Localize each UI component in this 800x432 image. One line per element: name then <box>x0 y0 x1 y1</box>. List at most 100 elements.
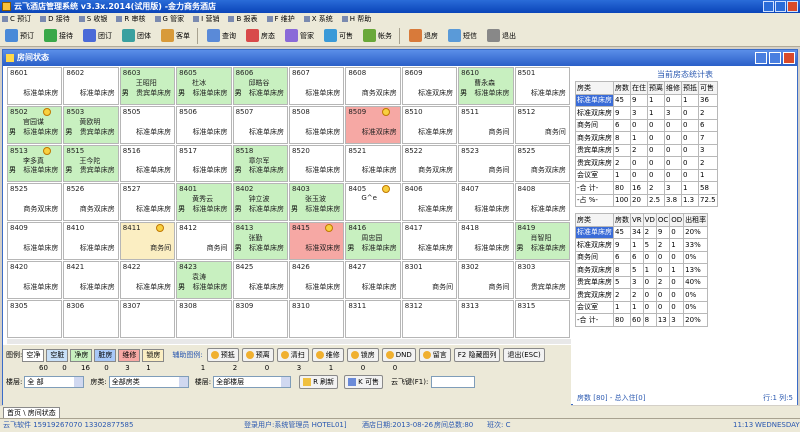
stats-row[interactable]: 标准单床房 45 34 2 9 0 20% <box>575 225 709 239</box>
room-cell[interactable]: 8521 标准单床房 <box>345 144 401 183</box>
menu-item[interactable]: X 系统 <box>303 14 333 24</box>
room-cell[interactable]: 8312 <box>401 299 458 338</box>
stats-row[interactable]: 商务间 6 6 0 0 0 0% <box>575 250 709 264</box>
room-cell[interactable]: 8608 商务双床房 <box>345 67 401 105</box>
legend-aux-button[interactable]: 清扫 <box>276 348 309 362</box>
room-cell[interactable]: 8415 标准双床房 <box>288 222 345 260</box>
maximize-button[interactable] <box>775 1 786 12</box>
stats-row[interactable]: 标准单床房 45 9 1 0 1 36 <box>575 93 718 107</box>
room-cell[interactable]: 8506 标准单床房 <box>176 105 232 144</box>
room-cell[interactable]: 8603 王昭阳男贵宾单床房 <box>119 67 176 105</box>
legend-aux-button[interactable]: 维修 <box>311 348 344 362</box>
room-cell[interactable]: 8426 标准单床房 <box>288 260 345 299</box>
room-cell[interactable]: 8408 标准单床房 <box>514 183 570 222</box>
room-cell[interactable]: 8418 标准单床房 <box>458 222 514 260</box>
menu-item[interactable]: H 帮助 <box>341 14 371 24</box>
room-cell[interactable]: 8610 曹永森男标准单床房 <box>458 67 514 105</box>
room-cell[interactable]: 8307 <box>119 299 176 338</box>
room-cell[interactable]: 8509 标准双床房 <box>345 105 401 144</box>
room-cell[interactable]: 8508 标准单床房 <box>288 105 345 144</box>
room-cell[interactable]: 8402 钟立波男标准单床房 <box>232 183 288 222</box>
room-cell[interactable]: 8523 商务间 <box>458 144 514 183</box>
room-cell[interactable]: 8527 标准单床房 <box>119 183 176 222</box>
room-cell[interactable]: 8526 商务双床房 <box>63 183 119 222</box>
menu-item[interactable]: R 审核 <box>116 14 146 24</box>
room-cell[interactable]: 8503 黄欧明男贵宾单床房 <box>63 105 119 144</box>
menu-item[interactable]: I 营销 <box>193 14 219 24</box>
legend-item[interactable]: 空脏 <box>46 348 69 362</box>
legend-item[interactable]: 空净 <box>22 348 45 362</box>
room-cell[interactable]: 8401 黄秀云男标准单床房 <box>176 183 232 222</box>
legend-item[interactable]: 维修 <box>118 348 141 362</box>
room-cell[interactable]: 8605 杜冰男标准单床房 <box>176 67 232 105</box>
room-cell[interactable]: 8309 <box>232 299 288 338</box>
stats-row[interactable]: 会议室 1 0 0 0 0 1 <box>575 168 718 182</box>
room-cell[interactable]: 8518 章尔军男标准单床房 <box>232 144 288 183</box>
toolbar-button[interactable]: 帐务 <box>360 27 395 45</box>
room-cell[interactable]: 8505 标准单床房 <box>119 105 176 144</box>
room-cell[interactable]: 8406 标准单床房 <box>401 183 458 222</box>
room-cell[interactable]: 8601 标准单床房 <box>7 67 63 105</box>
legend-item[interactable]: 脏房 <box>94 348 117 362</box>
room-cell[interactable]: 8502 官园谋男标准单床房 <box>7 105 63 144</box>
key-input[interactable] <box>431 376 476 388</box>
room-cell[interactable]: 8606 邱皓谷男标准单床房 <box>232 67 288 105</box>
room-cell[interactable]: 8511 商务间 <box>458 105 514 144</box>
stats-row[interactable]: -合 计- 80 16 2 3 1 58 <box>575 181 718 195</box>
stats-row[interactable]: -占 %- 100 20 2.5 3.8 1.3 72.5 <box>575 193 718 207</box>
toolbar-button[interactable]: 查询 <box>204 27 239 45</box>
legend-aux-button[interactable]: 锁房 <box>346 348 379 362</box>
room-cell[interactable]: 8421 标准单床房 <box>63 260 119 299</box>
stats-row[interactable]: 商务双床房 8 5 1 0 1 13% <box>575 263 709 277</box>
room-cell[interactable]: 8409 标准单床房 <box>7 222 63 260</box>
room-cell[interactable]: 8405 G^e <box>345 183 401 222</box>
room-cell[interactable]: 8425 标准单床房 <box>232 260 288 299</box>
room-cell[interactable]: 8420 标准单床房 <box>7 260 63 299</box>
room-cell[interactable]: 8522 商务双床房 <box>401 144 458 183</box>
stats-row[interactable]: 贵宾单床房 5 3 0 2 0 40% <box>575 275 709 289</box>
room-type-select[interactable]: 全部房类 <box>108 376 189 388</box>
room-cell[interactable]: 8423 袁涛男标准单床房 <box>176 260 232 299</box>
room-cell[interactable]: 8411 商务间 <box>119 222 176 260</box>
room-cell[interactable]: 8306 <box>63 299 119 338</box>
room-cell[interactable]: 8407 标准单床房 <box>458 183 514 222</box>
room-cell[interactable]: 8315 <box>514 299 570 338</box>
room-cell[interactable]: 8516 标准单床房 <box>119 144 176 183</box>
menu-item[interactable]: G 管家 <box>154 14 184 24</box>
toolbar-button[interactable]: 团订 <box>80 27 115 45</box>
legend-aux-button[interactable]: DND <box>381 348 416 362</box>
close-button[interactable] <box>787 1 798 12</box>
room-cell[interactable]: 8302 商务间 <box>458 260 514 299</box>
room-cell[interactable]: 8507 标准单床房 <box>232 105 288 144</box>
room-cell[interactable]: 8310 <box>288 299 345 338</box>
room-cell[interactable]: 8525 商务双床房 <box>514 144 570 183</box>
room-cell[interactable]: 8410 标准单床房 <box>63 222 119 260</box>
legend-item[interactable]: 锁房 <box>142 348 165 362</box>
hide-legend-button[interactable]: F2 隐藏图列 <box>453 348 501 362</box>
toolbar-button[interactable]: 短信 <box>445 27 480 45</box>
room-cell[interactable]: 8501 标准单床房 <box>514 67 570 105</box>
room-cell[interactable]: 8609 标准双床房 <box>401 67 458 105</box>
legend-aux-button[interactable]: 预离 <box>241 348 274 362</box>
stats-row[interactable]: 商务双床房 8 1 0 0 0 7 <box>575 131 718 145</box>
room-cell[interactable]: 8305 <box>7 299 63 338</box>
toolbar-button[interactable]: 管家 <box>282 27 317 45</box>
building-select[interactable]: 全部楼层 <box>213 376 292 388</box>
room-cell[interactable]: 8313 <box>458 299 514 338</box>
room-cell[interactable]: 8602 标准单床房 <box>63 67 119 105</box>
room-close-button[interactable] <box>783 52 795 64</box>
toolbar-button[interactable]: 可售 <box>321 27 356 45</box>
room-cell[interactable]: 8422 标准单床房 <box>119 260 176 299</box>
menu-item[interactable]: C 预订 <box>2 14 31 24</box>
floor-select[interactable]: 全 部 <box>24 376 85 388</box>
room-cell[interactable]: 8607 标准单床房 <box>288 67 345 105</box>
room-cell[interactable]: 8427 标准单床房 <box>345 260 401 299</box>
stats-row[interactable]: 会议室 1 1 0 0 0 0% <box>575 300 709 314</box>
room-minimize-button[interactable] <box>755 52 767 64</box>
toolbar-button[interactable]: 接待 <box>41 27 76 45</box>
stats-row[interactable]: 标准双床房 9 1 5 2 1 33% <box>575 238 709 252</box>
room-cell[interactable]: 8416 周忠园男标准单床房 <box>345 222 401 260</box>
legend-aux-button[interactable]: 预抵 <box>206 348 239 362</box>
menu-item[interactable]: F 维护 <box>266 14 295 24</box>
room-cell[interactable]: 8301 商务间 <box>401 260 458 299</box>
